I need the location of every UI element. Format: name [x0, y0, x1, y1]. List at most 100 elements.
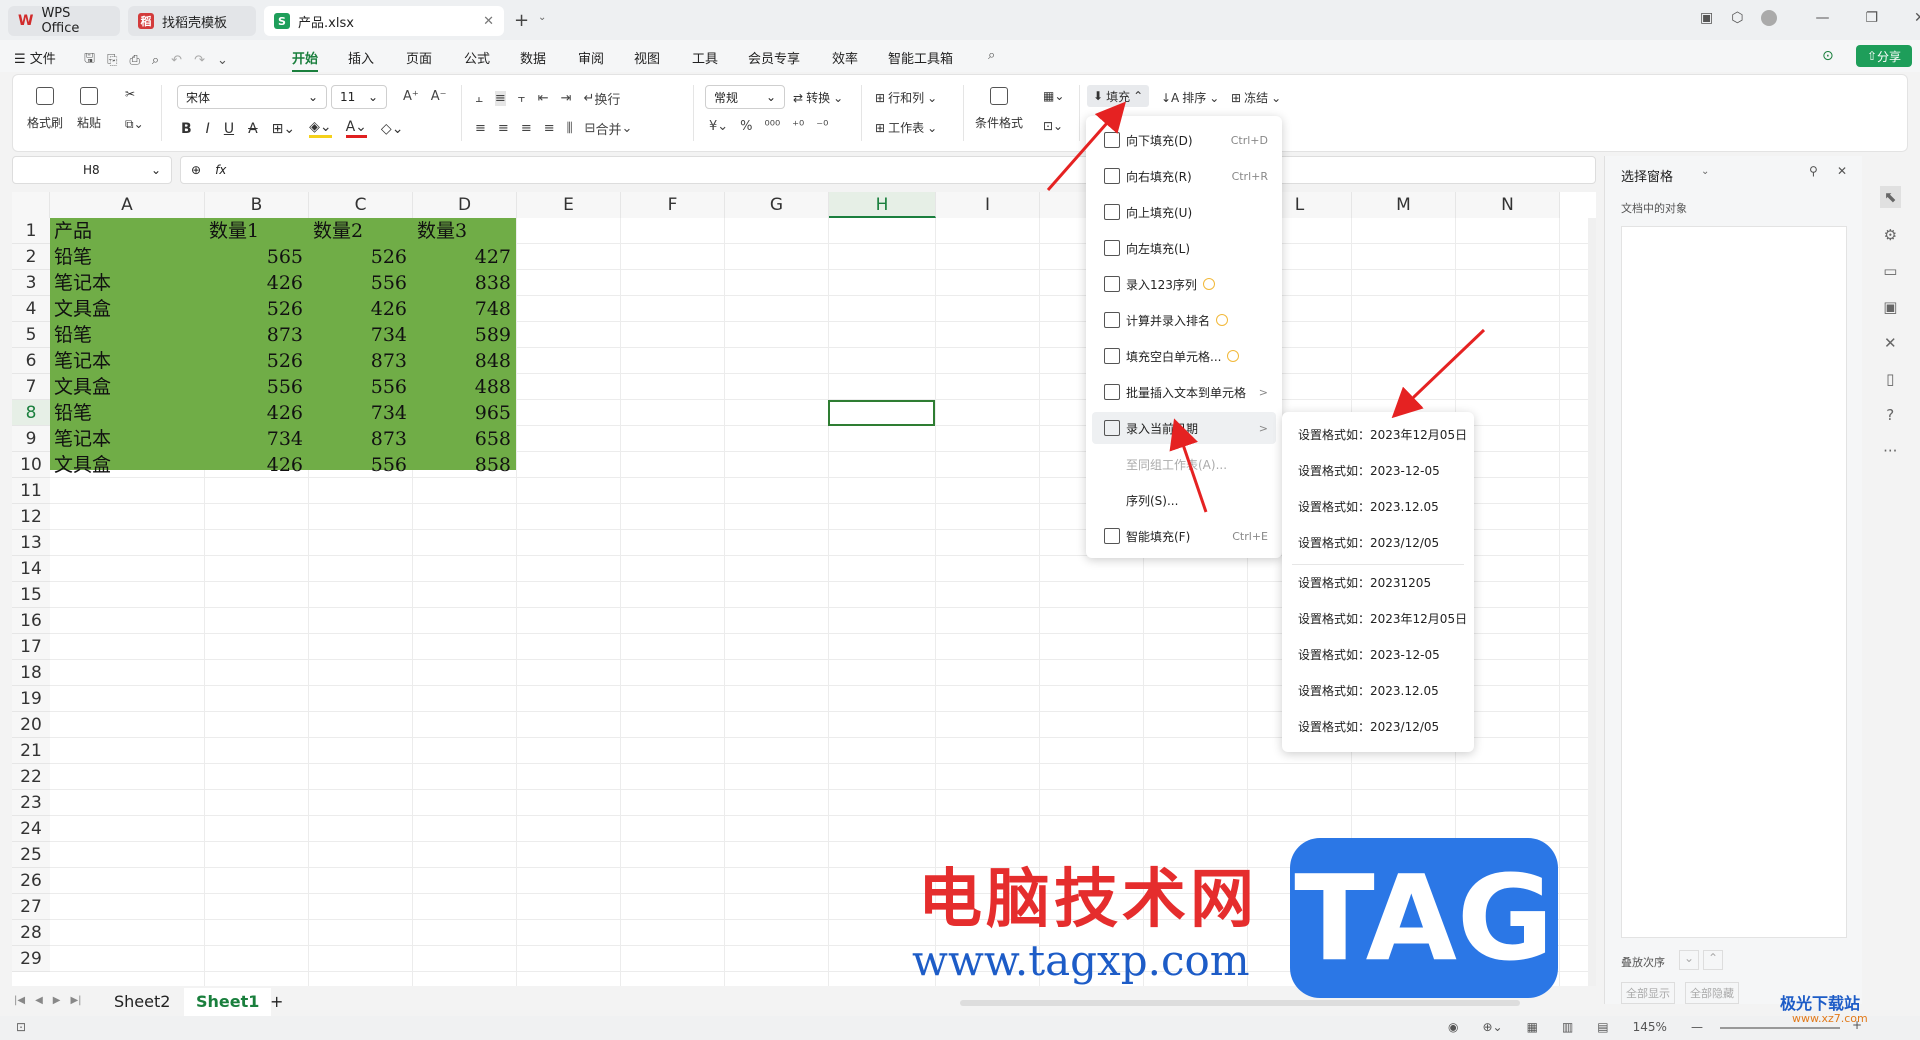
wrap-text-button[interactable]: ↵ 换行 [584, 89, 621, 108]
quick-access-chevron-icon[interactable]: ⌄ [217, 53, 228, 68]
tab-wps-office[interactable]: W WPS Office [8, 6, 120, 36]
restore-icon[interactable]: ❐ [1865, 10, 1878, 26]
row-header-2[interactable]: 2 [12, 244, 50, 270]
table-cell[interactable]: 427 [417, 244, 511, 270]
image-icon[interactable]: ▣ [1883, 298, 1897, 316]
tab-list-chevron-icon[interactable]: ⌄ [538, 12, 546, 23]
table-cell[interactable]: 873 [313, 426, 407, 452]
menu-review[interactable]: 审阅 [578, 48, 604, 67]
row-col-button[interactable]: ⊞ 行和列 ⌄ [875, 89, 937, 106]
fill-color-icon[interactable]: ◈⌄ [309, 119, 332, 138]
row-header-11[interactable]: 11 [12, 478, 50, 504]
date-format-option[interactable]: 设置格式如：20231205 [1298, 574, 1431, 591]
print-icon[interactable]: ⎙ [129, 53, 139, 68]
last-sheet-icon[interactable]: ▶| [70, 995, 81, 1006]
row-header-17[interactable]: 17 [12, 634, 50, 660]
table-cell[interactable]: 426 [313, 296, 407, 322]
column-header-d[interactable]: D [413, 192, 517, 218]
zoom-slider[interactable] [1720, 1027, 1840, 1029]
undo-icon[interactable]: ↶ [171, 53, 182, 68]
fill-menu-item[interactable]: 向上填充(U) [1092, 196, 1276, 228]
column-header-e[interactable]: E [517, 192, 621, 218]
table-cell[interactable]: 556 [313, 452, 407, 478]
table-cell[interactable]: 426 [209, 400, 303, 426]
fill-menu-item[interactable]: 填充空白单元格... [1092, 340, 1276, 372]
table-cell[interactable]: 426 [209, 452, 303, 478]
menu-tools[interactable]: 工具 [692, 48, 718, 67]
move-down-icon[interactable]: ⌄ [1679, 950, 1699, 970]
align-right-icon[interactable]: ≡ [521, 121, 532, 136]
font-name-select[interactable]: 宋体 ⌄ [177, 85, 327, 109]
row-header-22[interactable]: 22 [12, 764, 50, 790]
indent-increase-icon[interactable]: ⇥ [561, 91, 572, 106]
border-icon[interactable]: ⊞⌄ [272, 121, 295, 137]
menu-efficiency[interactable]: 效率 [832, 48, 858, 67]
more-icon[interactable]: ··· [1883, 442, 1897, 460]
settings-sliders-icon[interactable]: ⚙ [1884, 226, 1897, 244]
table-cell[interactable]: 734 [313, 400, 407, 426]
date-format-option[interactable]: 设置格式如：2023年12月05日 [1298, 426, 1467, 443]
sort-button[interactable]: ↓A 排序 ⌄ [1161, 89, 1219, 106]
pin-icon[interactable]: ⚲ [1809, 164, 1818, 178]
minimize-icon[interactable]: — [1815, 10, 1829, 26]
bold-icon[interactable]: B [181, 121, 192, 137]
table-cell[interactable]: 笔记本 [54, 348, 199, 374]
avatar[interactable] [1761, 10, 1778, 26]
menu-data[interactable]: 数据 [520, 48, 546, 67]
table-header-cell[interactable]: 数量1 [209, 218, 303, 244]
fill-menu-item[interactable]: 批量插入文本到单元格 > [1092, 376, 1276, 408]
row-header-14[interactable]: 14 [12, 556, 50, 582]
align-center-icon[interactable]: ≡ [498, 121, 509, 136]
table-cell[interactable]: 965 [417, 400, 511, 426]
table-cell[interactable]: 848 [417, 348, 511, 374]
date-format-option[interactable]: 设置格式如：2023/12/05 [1298, 534, 1439, 551]
table-cell[interactable]: 748 [417, 296, 511, 322]
table-cell[interactable]: 858 [417, 452, 511, 478]
comment-icon[interactable]: ▭ [1883, 262, 1897, 280]
sheet-tab-sheet1[interactable]: Sheet1 [184, 988, 272, 1016]
name-box[interactable]: H8 ⌄ [12, 156, 172, 184]
conditional-format-button[interactable]: 条件格式 [975, 87, 1023, 131]
redo-icon[interactable]: ↷ [194, 53, 205, 68]
increase-font-icon[interactable]: A⁺ [403, 89, 419, 104]
fill-menu-item[interactable]: 计算并录入排名 [1092, 304, 1276, 336]
add-sheet-icon[interactable]: + [270, 992, 283, 1011]
select-cursor-icon[interactable]: ⬉ [1880, 186, 1901, 208]
decimal-increase-icon[interactable]: ⁺⁰ [792, 119, 804, 134]
table-cell[interactable]: 526 [209, 296, 303, 322]
print-preview-icon[interactable]: ⌕ [152, 53, 159, 68]
row-header-8[interactable]: 8 [12, 400, 50, 426]
table-cell[interactable]: 铅笔 [54, 244, 199, 270]
table-cell[interactable]: 铅笔 [54, 322, 199, 348]
format-painter-button[interactable]: 格式刷 [27, 87, 63, 131]
row-header-27[interactable]: 27 [12, 894, 50, 920]
row-header-18[interactable]: 18 [12, 660, 50, 686]
menu-home[interactable]: 开始 [292, 48, 319, 72]
book-icon[interactable]: ▯ [1886, 370, 1894, 388]
column-header-m[interactable]: M [1352, 192, 1456, 218]
merge-button[interactable]: ⊟ 合并 ⌄ [585, 119, 633, 138]
sheet-tab-sheet2[interactable]: Sheet2 [114, 992, 170, 1011]
menu-view[interactable]: 视图 [634, 48, 660, 67]
cell-style-icon[interactable]: ▦⌄ [1043, 89, 1064, 103]
worksheet-button[interactable]: ⊞ 工作表 ⌄ [875, 119, 937, 136]
table-cell[interactable]: 556 [209, 374, 303, 400]
row-header-29[interactable]: 29 [12, 946, 50, 972]
table-cell[interactable]: 526 [313, 244, 407, 270]
search-icon[interactable]: ⌕ [988, 48, 995, 63]
date-format-option[interactable]: 设置格式如：2023-12-05 [1298, 646, 1440, 663]
table-cell[interactable]: 873 [209, 322, 303, 348]
cube-icon[interactable]: ⬡ [1731, 10, 1743, 26]
new-tab-icon[interactable]: + [514, 10, 529, 31]
fill-button[interactable]: ⬇ 填充 ⌃ [1087, 85, 1150, 107]
fill-menu-item[interactable]: 智能填充(F) Ctrl+E [1092, 520, 1276, 552]
table-cell[interactable]: 文具盒 [54, 452, 199, 478]
export-icon[interactable]: ⎘ [107, 53, 117, 68]
cell-border-icon[interactable]: ⊡⌄ [1043, 119, 1063, 133]
row-header-16[interactable]: 16 [12, 608, 50, 634]
row-header-10[interactable]: 10 [12, 452, 50, 478]
distribute-icon[interactable]: ⫼ [567, 121, 573, 136]
table-cell[interactable]: 426 [209, 270, 303, 296]
table-cell[interactable]: 铅笔 [54, 400, 199, 426]
align-bottom-icon[interactable]: ⫟ [518, 91, 526, 106]
